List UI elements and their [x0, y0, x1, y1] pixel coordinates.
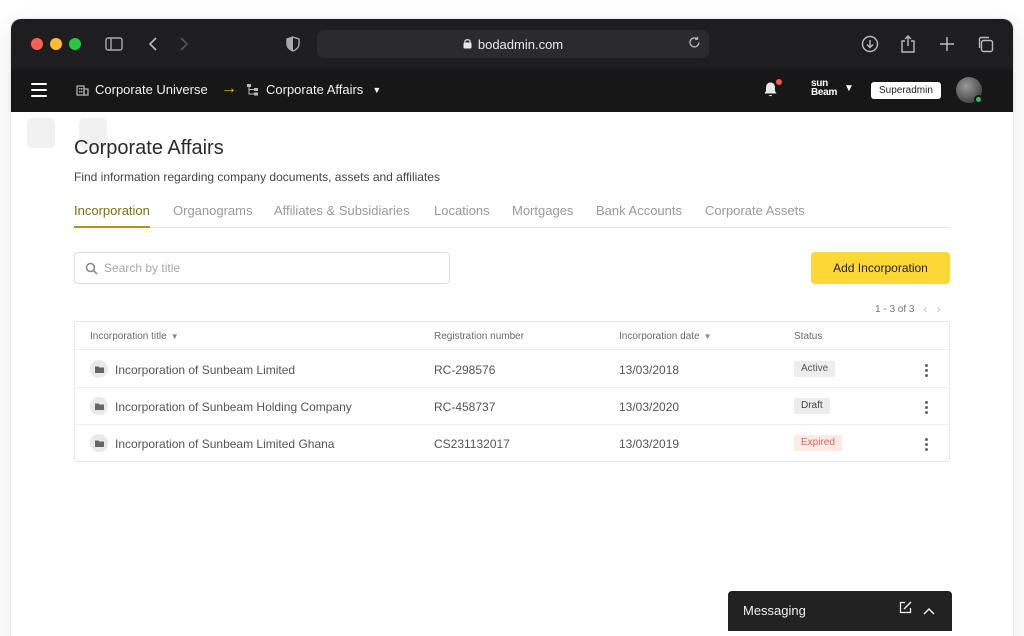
menu-icon[interactable]	[31, 83, 47, 97]
back-icon[interactable]	[142, 33, 164, 55]
row-more-actions-icon[interactable]	[920, 436, 932, 452]
tab-mortgages[interactable]: Mortgages	[512, 203, 573, 228]
minimize-window-button[interactable]	[50, 38, 62, 50]
online-status-indicator	[974, 95, 983, 104]
column-header-registration: Registration number	[434, 331, 525, 342]
tab-incorporation[interactable]: Incorporation	[74, 203, 150, 228]
share-icon[interactable]	[897, 33, 919, 55]
row-registration: CS231132017	[434, 437, 510, 451]
tab-affiliates-subsidiaries[interactable]: Affiliates & Subsidiaries	[274, 203, 410, 228]
breadcrumb-current[interactable]: Corporate Affairs ▼	[246, 82, 381, 97]
search-box[interactable]	[74, 252, 450, 284]
brand-chevron-down-icon[interactable]: ▼	[844, 83, 854, 94]
page-title: Corporate Affairs	[74, 137, 224, 159]
url-text: bodadmin.com	[477, 36, 564, 52]
breadcrumb-root[interactable]: Corporate Universe	[76, 82, 208, 97]
column-header-title[interactable]: Incorporation title ▼	[90, 331, 179, 342]
browser-window: bodadmin.com Corporate Universe → Corpor…	[11, 19, 1013, 636]
row-registration: RC-458737	[434, 400, 496, 414]
reload-icon[interactable]	[688, 36, 701, 52]
search-input[interactable]	[104, 261, 424, 275]
close-window-button[interactable]	[31, 38, 43, 50]
column-header-status: Status	[794, 331, 823, 342]
sort-icon[interactable]: ▼	[171, 332, 179, 341]
building-icon	[76, 85, 89, 96]
pagination-text: 1 - 3 of 3	[875, 303, 915, 315]
shield-icon[interactable]	[282, 33, 304, 55]
breadcrumb-current-label: Corporate Affairs	[266, 82, 364, 97]
notification-bell-icon[interactable]	[763, 81, 778, 103]
tab-locations[interactable]: Locations	[434, 203, 490, 228]
row-more-actions-icon[interactable]	[920, 362, 932, 378]
tab-overview-icon[interactable]	[974, 33, 996, 55]
status-badge: Active	[794, 361, 836, 377]
next-page-icon[interactable]: ›	[936, 302, 940, 316]
tab-bar: Incorporation Organograms Affiliates & S…	[74, 203, 950, 228]
sidebar-toggle-icon[interactable]	[103, 33, 125, 55]
tab-bank-accounts[interactable]: Bank Accounts	[596, 203, 682, 228]
tab-organograms[interactable]: Organograms	[173, 203, 252, 228]
chevron-up-icon[interactable]	[923, 603, 935, 618]
sunbeam-logo[interactable]: sun Beam	[811, 79, 837, 98]
prev-page-icon[interactable]: ‹	[923, 302, 927, 316]
row-date: 13/03/2020	[619, 400, 680, 414]
new-tab-icon[interactable]	[936, 33, 958, 55]
table-row[interactable]: Incorporation of Sunbeam Limited RC-2985…	[75, 351, 949, 388]
folder-icon	[90, 360, 108, 378]
row-title[interactable]: Incorporation of Sunbeam Holding Company	[115, 400, 352, 414]
row-title[interactable]: Incorporation of Sunbeam Limited Ghana	[115, 437, 334, 451]
column-header-date[interactable]: Incorporation date ▼	[619, 331, 712, 342]
incorporation-table: Incorporation title ▼ Registration number…	[74, 321, 950, 462]
row-date: 13/03/2018	[619, 363, 680, 377]
role-badge: Superadmin	[871, 82, 941, 99]
lock-icon	[463, 37, 472, 52]
row-more-actions-icon[interactable]	[920, 399, 932, 415]
add-incorporation-button[interactable]: Add Incorporation	[811, 252, 950, 284]
messaging-label: Messaging	[743, 603, 806, 618]
notification-dot	[776, 79, 782, 85]
tab-corporate-assets[interactable]: Corporate Assets	[705, 203, 805, 228]
folder-icon	[90, 434, 108, 452]
chevron-down-icon[interactable]: ▼	[372, 85, 381, 95]
breadcrumb-root-label: Corporate Universe	[95, 82, 208, 97]
breadcrumb-arrow-icon: →	[221, 80, 237, 97]
messaging-panel[interactable]: Messaging	[728, 591, 952, 631]
compose-icon[interactable]	[899, 601, 912, 617]
pagination: 1 - 3 of 3 ‹ ›	[875, 302, 940, 316]
forward-icon[interactable]	[173, 33, 195, 55]
status-badge: Draft	[794, 398, 830, 414]
org-chart-icon	[247, 84, 258, 96]
search-icon	[85, 262, 98, 275]
table-header: Incorporation title ▼ Registration number…	[75, 322, 949, 350]
page-subtitle: Find information regarding company docum…	[74, 170, 440, 184]
browser-toolbar: bodadmin.com	[11, 19, 1013, 69]
folder-icon	[90, 397, 108, 415]
row-title[interactable]: Incorporation of Sunbeam Limited	[115, 363, 295, 377]
row-date: 13/03/2019	[619, 437, 680, 451]
maximize-window-button[interactable]	[69, 38, 81, 50]
address-bar[interactable]: bodadmin.com	[317, 30, 709, 58]
status-badge: Expired	[794, 435, 842, 451]
sort-icon[interactable]: ▼	[704, 332, 712, 341]
download-icon[interactable]	[859, 33, 881, 55]
table-row[interactable]: Incorporation of Sunbeam Holding Company…	[75, 388, 949, 425]
table-row[interactable]: Incorporation of Sunbeam Limited Ghana C…	[75, 425, 949, 462]
app-header: Corporate Universe → Corporate Affairs ▼…	[11, 69, 1013, 112]
row-registration: RC-298576	[434, 363, 496, 377]
